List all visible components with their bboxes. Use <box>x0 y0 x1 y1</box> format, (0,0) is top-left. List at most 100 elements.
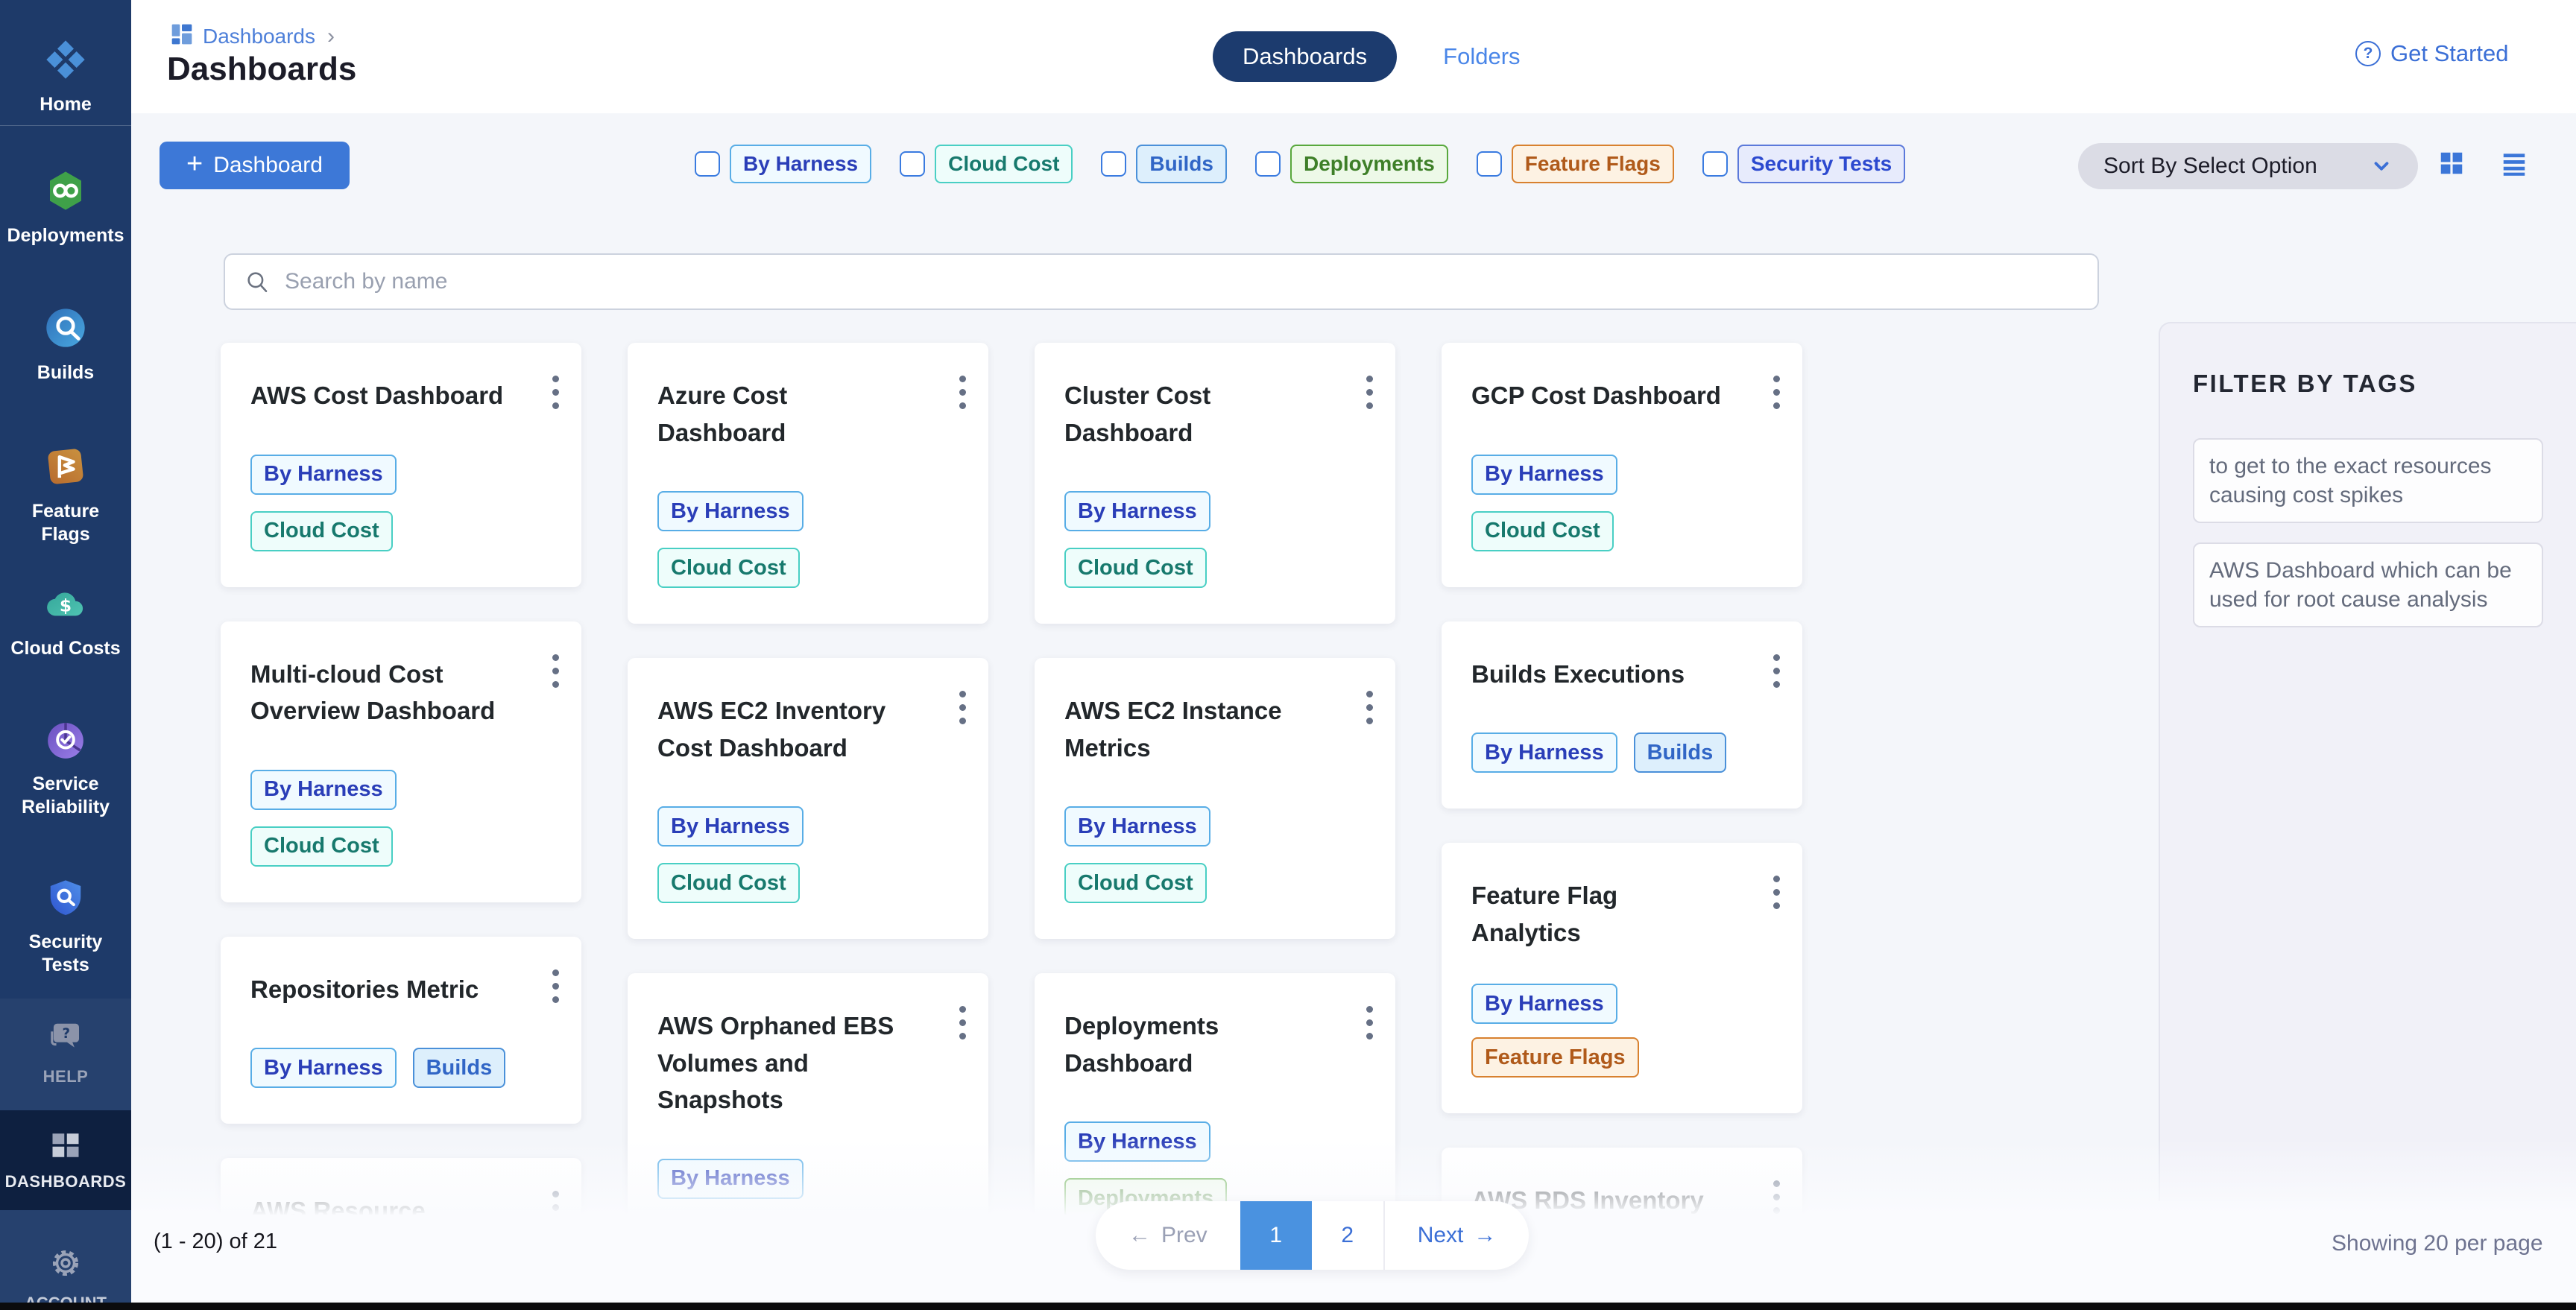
dashboard-card[interactable]: AWS EC2 Instance MetricsBy HarnessCloud … <box>1035 658 1395 939</box>
grid-view-icon[interactable] <box>2437 149 2466 181</box>
page-button-2[interactable]: 2 <box>1312 1201 1383 1270</box>
card-tags: By HarnessCloud Cost <box>250 455 552 551</box>
filter-group-deployments: Deployments <box>1255 145 1448 183</box>
help-icon: ? <box>48 1019 83 1057</box>
sidebar-label: Service Reliability <box>6 773 125 820</box>
dashboard-card[interactable]: AWS EC2 Inventory Cost DashboardBy Harne… <box>628 658 988 939</box>
dashboard-card[interactable]: Cluster Cost DashboardBy HarnessCloud Co… <box>1035 343 1395 624</box>
kebab-menu-icon[interactable] <box>1769 371 1784 414</box>
filter-checkbox-cloud-cost[interactable] <box>900 151 925 177</box>
filter-checkbox-builds[interactable] <box>1101 151 1126 177</box>
card-title: Builds Executions <box>1471 656 1772 693</box>
dashboard-card[interactable]: Repositories MetricBy HarnessBuilds <box>221 937 581 1124</box>
card-tags: By HarnessCloud Cost <box>1064 806 1366 903</box>
filter-tag-cloud-cost[interactable]: Cloud Cost <box>935 145 1073 183</box>
card-tags: By HarnessBuilds <box>1471 732 1772 773</box>
breadcrumb-dashboards-link[interactable]: Dashboards <box>203 25 315 48</box>
card-tags: By HarnessCloud Cost <box>657 491 959 588</box>
get-started-label: Get Started <box>2390 40 2509 67</box>
sidebar-item-account-settings[interactable]: ACCOUNT SETTINGS <box>0 1246 131 1310</box>
next-page-button[interactable]: Next → <box>1385 1201 1530 1270</box>
kebab-menu-icon[interactable] <box>548 650 564 692</box>
sidebar-item-deployments[interactable]: Deployments <box>0 170 131 247</box>
dashboard-card[interactable]: Multi-cloud Cost Overview DashboardBy Ha… <box>221 621 581 902</box>
view-toggle <box>2437 149 2528 181</box>
card-tag-by-harness: By Harness <box>1064 806 1210 847</box>
filter-checkbox-security-tests[interactable] <box>1702 151 1728 177</box>
sidebar-item-feature-flags[interactable]: Feature Flags <box>0 446 131 547</box>
filter-checkbox-by-harness[interactable] <box>695 151 720 177</box>
kebab-menu-icon[interactable] <box>548 965 564 1007</box>
filter-checkbox-feature-flags[interactable] <box>1477 151 1502 177</box>
sidebar-item-service-reliability[interactable]: Service Reliability <box>0 721 131 820</box>
get-started-link[interactable]: ? Get Started <box>2355 40 2509 67</box>
sidebar-item-help[interactable]: ? HELP <box>0 1019 131 1087</box>
dashboard-card[interactable]: GCP Cost DashboardBy HarnessCloud Cost <box>1442 343 1802 587</box>
dashboard-card[interactable]: Feature Flag AnalyticsBy HarnessFeature … <box>1442 843 1802 1113</box>
kebab-menu-icon[interactable] <box>1769 1176 1784 1218</box>
card-title: Feature Flag Analytics <box>1471 877 1772 951</box>
kebab-menu-icon[interactable] <box>1769 650 1784 692</box>
card-tag-by-harness: By Harness <box>657 806 804 847</box>
dashboard-card[interactable]: AWS Cost DashboardBy HarnessCloud Cost <box>221 343 581 587</box>
search-bar <box>224 253 2099 310</box>
card-tags: By HarnessCloud Cost <box>250 770 552 867</box>
sidebar-item-builds[interactable]: Builds <box>0 307 131 385</box>
sidebar-item-cloud-costs[interactable]: $ Cloud Costs <box>0 583 131 660</box>
kebab-menu-icon[interactable] <box>955 1002 970 1044</box>
gear-icon <box>48 1246 83 1284</box>
sidebar-item-dashboards-active[interactable]: DASHBOARDS <box>0 1110 131 1210</box>
sidebar-item-security-tests[interactable]: Security Tests <box>0 878 131 978</box>
arrow-right-icon: → <box>1474 1223 1496 1248</box>
filter-tag-deployments[interactable]: Deployments <box>1290 145 1448 183</box>
filter-checkbox-deployments[interactable] <box>1255 151 1281 177</box>
filter-panel-tag[interactable]: AWS Dashboard which can be used for root… <box>2193 542 2543 627</box>
sidebar: Home Deployments Builds Feature Flags $ … <box>0 0 131 1310</box>
harness-dashboards-app: Dashboards › Dashboards Dashboards Folde… <box>0 0 2576 1310</box>
kebab-menu-icon[interactable] <box>1362 371 1377 414</box>
prev-page-button[interactable]: ← Prev <box>1096 1201 1240 1270</box>
filter-panel-tag[interactable]: to get to the exact resources causing co… <box>2193 438 2543 523</box>
tab-dashboards[interactable]: Dashboards <box>1213 31 1397 82</box>
kebab-menu-icon[interactable] <box>1362 1002 1377 1044</box>
deployments-icon <box>45 170 86 215</box>
card-tags: By HarnessCloud Cost <box>1471 455 1772 551</box>
list-view-icon[interactable] <box>2500 149 2528 181</box>
dashboard-card[interactable]: Builds Executions By HarnessBuilds <box>1442 621 1802 809</box>
filter-tag-security-tests[interactable]: Security Tests <box>1737 145 1905 183</box>
cards-column-4: GCP Cost DashboardBy HarnessCloud Cost Bu… <box>1442 343 1802 1310</box>
card-title: Cluster Cost Dashboard <box>1064 377 1366 451</box>
kebab-menu-icon[interactable] <box>1769 871 1784 914</box>
card-tag-by-harness: By Harness <box>657 1159 804 1199</box>
tab-folders[interactable]: Folders <box>1443 43 1520 70</box>
svg-text:?: ? <box>62 1026 70 1042</box>
cards-column-3: Cluster Cost Dashboard By HarnessCloud Co… <box>1035 343 1395 1310</box>
filter-group-by-harness: By Harness <box>695 145 871 183</box>
question-circle-icon: ? <box>2355 41 2381 66</box>
search-icon <box>244 269 270 294</box>
sidebar-item-home[interactable]: Home <box>0 39 131 116</box>
kebab-menu-icon[interactable] <box>955 371 970 414</box>
sidebar-label: Feature Flags <box>6 500 125 547</box>
page-button-1[interactable]: 1 <box>1240 1201 1312 1270</box>
card-tag-by-harness: By Harness <box>250 455 397 495</box>
card-tags: By HarnessBuilds <box>250 1048 552 1088</box>
dashboard-card[interactable]: Azure Cost DashboardBy HarnessCloud Cost <box>628 343 988 624</box>
filter-tag-feature-flags[interactable]: Feature Flags <box>1512 145 1674 183</box>
breadcrumb: Dashboards › <box>170 22 335 50</box>
dashboards-icon <box>50 1130 81 1165</box>
kebab-menu-icon[interactable] <box>955 686 970 729</box>
sort-select[interactable]: Sort By Select Option <box>2078 143 2418 189</box>
sidebar-label: HELP <box>6 1066 125 1087</box>
feature-flags-icon <box>45 446 86 491</box>
filter-tag-builds[interactable]: Builds <box>1136 145 1227 183</box>
kebab-menu-icon[interactable] <box>548 371 564 414</box>
new-dashboard-button[interactable]: + Dashboard <box>160 142 350 189</box>
plus-icon: + <box>186 150 203 178</box>
showing-per-page-label: Showing 20 per page <box>2332 1231 2543 1256</box>
kebab-menu-icon[interactable] <box>1362 686 1377 729</box>
filter-by-tags-panel: FILTER BY TAGS to get to the exact resou… <box>2159 322 2576 1201</box>
card-tag-by-harness: By Harness <box>657 491 804 531</box>
filter-tag-by-harness[interactable]: By Harness <box>730 145 871 183</box>
search-input[interactable] <box>270 255 2097 308</box>
